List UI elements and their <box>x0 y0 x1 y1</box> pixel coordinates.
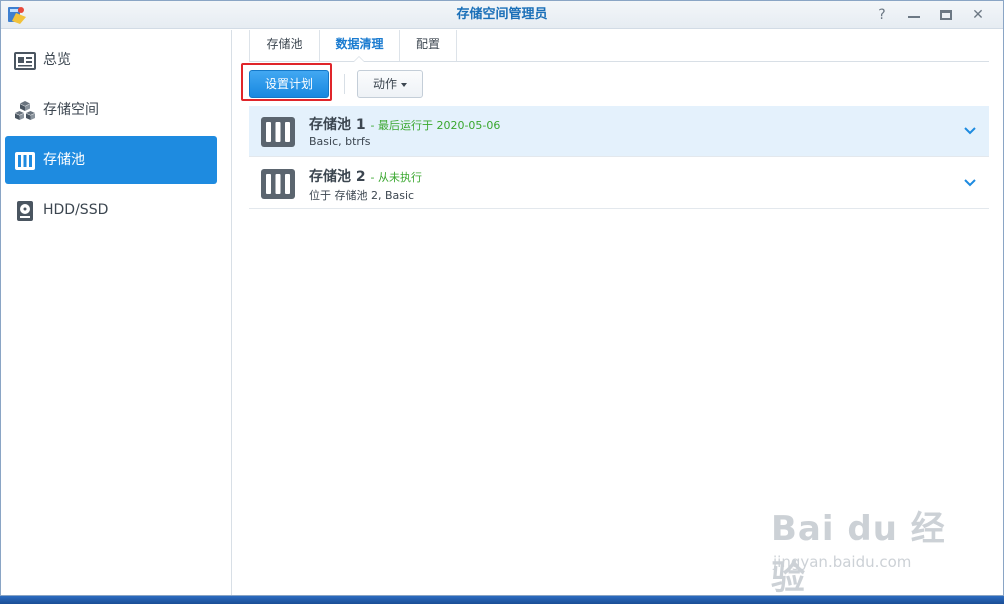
active-tab-indicator <box>353 56 365 62</box>
chevron-down-icon[interactable] <box>963 176 977 190</box>
minimize-button[interactable] <box>903 5 925 25</box>
storage-pool-icon <box>15 152 35 170</box>
sidebar-item-label: HDD/SSD <box>43 202 109 218</box>
window-title: 存储空间管理员 <box>456 7 548 22</box>
minimize-icon <box>908 16 920 18</box>
sidebar-item-label: 存储空间 <box>43 102 99 118</box>
hard-disk-icon <box>17 201 33 221</box>
cubes-icon <box>15 101 35 120</box>
title-bar: 存储空间管理员 ? ✕ <box>1 1 1003 29</box>
toolbar-divider <box>344 74 345 94</box>
pool-name: 存储池 1 <box>309 117 366 133</box>
caret-down-icon <box>401 82 407 87</box>
sidebar-item-label: 总览 <box>43 52 71 68</box>
pool-title: 存储池 2 - 从未执行 <box>309 166 422 186</box>
maximize-icon <box>940 10 952 20</box>
watermark-logo: Bai du 经验 <box>771 509 946 596</box>
sidebar-item-label: 存储池 <box>43 152 85 168</box>
pool-status: - 最后运行于 2020-05-06 <box>370 119 501 132</box>
pool-title: 存储池 1 - 最后运行于 2020-05-06 <box>309 114 500 134</box>
pool-detail: Basic, btrfs <box>309 135 371 148</box>
list-item[interactable]: 存储池 1 - 最后运行于 2020-05-06 Basic, btrfs <box>249 106 989 157</box>
list-item[interactable]: 存储池 2 - 从未执行 位于 存储池 2, Basic <box>249 158 989 209</box>
close-icon: ✕ <box>972 7 984 23</box>
action-dropdown-button[interactable]: 动作 <box>357 70 423 98</box>
pool-status: - 从未执行 <box>370 171 422 184</box>
maximize-button[interactable] <box>935 5 957 25</box>
tab-storage-pool[interactable]: 存储池 <box>249 30 319 61</box>
sidebar: 总览 存储空间 存储池 HDD/SSD <box>1 30 232 595</box>
watermark-url: jingyan.baidu.com <box>773 553 912 571</box>
sidebar-item-storage-pool[interactable]: 存储池 <box>5 136 217 184</box>
chevron-down-icon[interactable] <box>963 124 977 138</box>
storage-manager-window: 存储空间管理员 ? ✕ 总览 存储空间 存储池 HDD/SSD 存储池 数据清理… <box>0 0 1004 596</box>
pool-detail: 位于 存储池 2, Basic <box>309 189 415 202</box>
baidu-watermark: Bai du 经验 jingyan.baidu.com <box>771 493 971 595</box>
storage-pool-icon <box>261 169 295 199</box>
set-schedule-button[interactable]: 设置计划 <box>249 70 329 98</box>
storage-pool-icon <box>261 117 295 147</box>
pool-name: 存储池 2 <box>309 169 366 185</box>
desktop-background <box>0 596 1004 604</box>
tab-bar: 存储池 数据清理 配置 <box>249 30 989 62</box>
sidebar-item-hdd-ssd[interactable]: HDD/SSD <box>5 186 217 234</box>
help-button[interactable]: ? <box>871 5 893 25</box>
overview-card-icon <box>14 52 36 70</box>
sidebar-item-volume[interactable]: 存储空间 <box>5 86 217 134</box>
sidebar-item-overview[interactable]: 总览 <box>5 36 217 84</box>
tab-settings[interactable]: 配置 <box>399 30 457 61</box>
close-button[interactable]: ✕ <box>967 5 989 25</box>
action-label: 动作 <box>372 77 397 91</box>
help-icon: ? <box>878 7 886 23</box>
